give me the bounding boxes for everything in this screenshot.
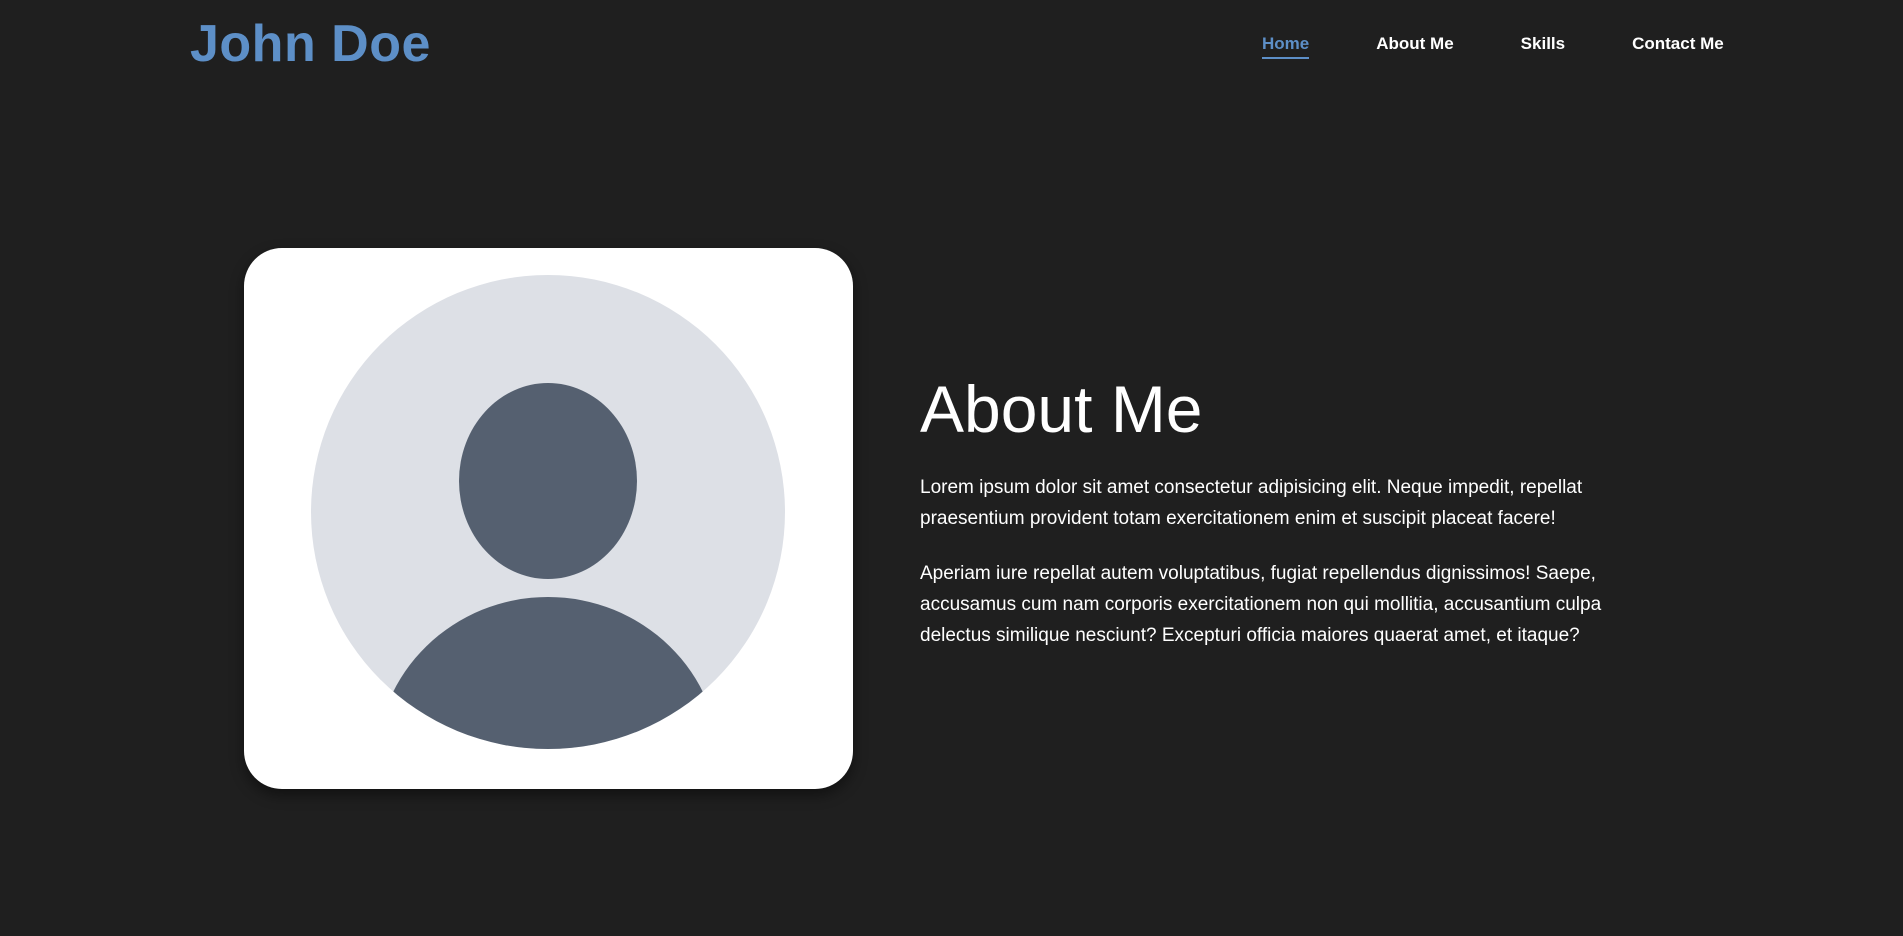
about-paragraph-1: Lorem ipsum dolor sit amet consectetur a… <box>920 477 1583 529</box>
nav-link-contact-me[interactable]: Contact Me <box>1632 34 1724 59</box>
user-avatar-icon <box>311 275 785 749</box>
about-paragraph-2: Aperiam iure repellat autem voluptatibus… <box>920 563 1602 646</box>
site-logo[interactable]: John Doe <box>190 14 431 74</box>
nav-link-about-me[interactable]: About Me <box>1376 34 1453 59</box>
nav-link-home[interactable]: Home <box>1262 34 1310 59</box>
avatar-head <box>459 383 637 579</box>
main-nav: Home About Me Skills Contact Me <box>1262 34 1724 59</box>
about-title: About Me <box>920 372 1203 446</box>
profile-image-card <box>244 248 853 789</box>
nav-link-skills[interactable]: Skills <box>1521 34 1565 59</box>
